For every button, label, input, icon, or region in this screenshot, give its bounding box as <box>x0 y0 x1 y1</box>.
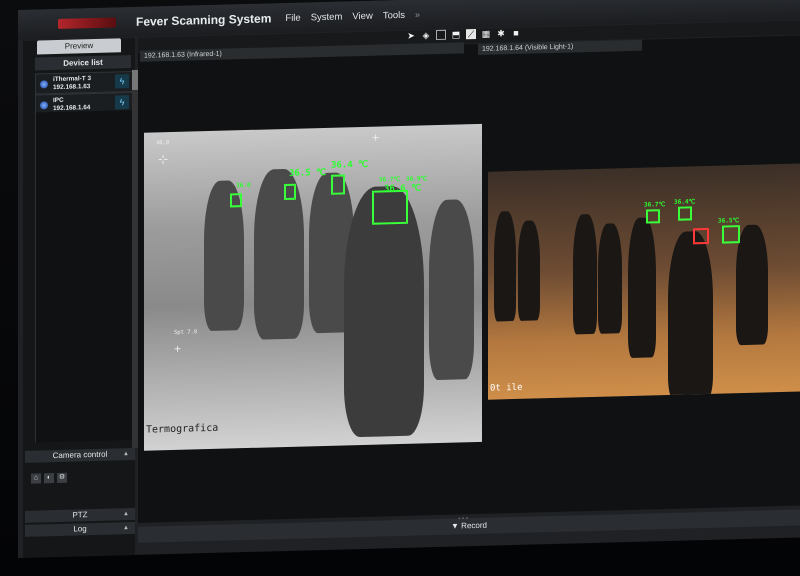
temp-reading: 36.4℃ <box>674 198 696 206</box>
rectangle-tool-icon[interactable] <box>436 29 446 41</box>
temp-reading: 36.5 ℃ <box>289 167 327 179</box>
thermal-person <box>254 168 304 340</box>
visible-person <box>668 230 713 400</box>
camera-control-header[interactable]: Camera control ▲ <box>25 447 135 463</box>
ptz-header[interactable]: PTZ ▲ <box>25 507 135 523</box>
grid-tool-icon[interactable]: ▦ <box>481 29 491 39</box>
visible-person <box>628 217 656 359</box>
crosshair-icon: + <box>174 341 182 356</box>
collapse-arrow-icon[interactable]: ▲ <box>123 448 129 460</box>
face-box <box>646 209 660 224</box>
device-ip: 192.168.1.63 <box>53 82 91 91</box>
temp-reading: 36.6 ℃ <box>384 183 422 195</box>
device-name: IPC <box>53 96 64 105</box>
region-tool-icon[interactable]: ⬒ <box>451 29 461 39</box>
timestamp: 0t ile <box>490 382 523 394</box>
connect-icon[interactable]: ϟ <box>115 74 129 89</box>
temp-reading: 36.7℃ <box>379 175 401 184</box>
record-label: Record <box>461 520 487 531</box>
app-title: Fever Scanning System <box>136 11 272 29</box>
face-box <box>230 193 242 208</box>
temp-reading: 36.7℃ <box>644 201 666 209</box>
visible-person <box>736 224 768 346</box>
connect-icon[interactable]: ϟ <box>115 95 129 110</box>
camera-control-icons: ⌂ ◐ ⚙ <box>31 472 67 484</box>
menu-view[interactable]: View <box>352 10 372 22</box>
crosshair-icon: + <box>372 130 380 145</box>
menu-tools[interactable]: Tools <box>383 9 405 21</box>
log-header[interactable]: Log ▲ <box>25 521 135 537</box>
face-box <box>284 183 296 201</box>
visible-light-video-feed[interactable]: 36.7℃ 36.4℃ 36.5℃ 0t ile <box>488 163 800 400</box>
gear-icon[interactable]: ⚙ <box>57 472 67 483</box>
menu-bar: File System View Tools » <box>285 9 420 24</box>
log-label: Log <box>73 524 87 534</box>
crosshair-icon: ⊹ <box>158 152 169 167</box>
thermal-person <box>429 199 474 381</box>
menu-file[interactable]: File <box>285 12 300 23</box>
record-arrow-icon: ▼ <box>451 521 462 531</box>
app-window: Fever Scanning System File System View T… <box>18 0 800 559</box>
settings-tool-icon[interactable]: ✱ <box>496 28 506 38</box>
visible-person <box>598 223 622 334</box>
ptz-label: PTZ <box>72 510 88 520</box>
refresh-icon[interactable]: ◐ <box>44 473 54 484</box>
temp-reading: 36.0 <box>236 181 251 190</box>
visible-person <box>518 220 540 321</box>
temp-reading: 36.5℃ <box>718 217 740 225</box>
face-box <box>372 189 408 225</box>
menu-system[interactable]: System <box>311 11 343 23</box>
visible-person <box>573 213 597 335</box>
video-area: 192.168.1.63 (Infrared-1) 192.168.1.64 (… <box>138 35 800 523</box>
device-item-thermal[interactable]: iThermal-T 3 192.168.1.63 ϟ <box>35 70 133 95</box>
face-box <box>678 206 692 221</box>
brand-logo <box>58 17 116 29</box>
hud-value: 40.0 <box>156 140 170 147</box>
pointer-tool-icon[interactable]: ➤ <box>406 31 416 41</box>
left-panel: Preview Device list iThermal-T 3 192.168… <box>23 37 138 559</box>
camera-icon <box>40 79 48 88</box>
menu-more-icon[interactable]: » <box>415 9 420 20</box>
expand-arrow-icon[interactable]: ▲ <box>123 522 129 534</box>
face-box-alert <box>693 227 709 245</box>
device-list-header: Device list <box>35 55 131 71</box>
home-icon[interactable]: ⌂ <box>31 473 41 484</box>
expand-arrow-icon[interactable]: ▲ <box>123 508 129 520</box>
temp-reading: 36.4 ℃ <box>331 159 369 171</box>
stop-tool-icon[interactable]: ■ <box>511 28 521 38</box>
camera-icon <box>40 100 48 109</box>
visible-person <box>494 210 516 322</box>
thermal-video-feed[interactable]: 40.0 ⊹ + Spt 7.0 + 36.0 36.5 ℃ 36.4 ℃ 36… <box>144 123 482 451</box>
target-tool-icon[interactable]: ◈ <box>421 30 431 40</box>
tool-group: ➤ ◈ ⬒ ⟋ ▦ ✱ ■ <box>406 28 521 41</box>
face-box <box>331 174 345 195</box>
spot-label: Spt 7.0 <box>174 329 198 336</box>
device-list-body <box>35 110 132 443</box>
tab-preview[interactable]: Preview <box>37 38 121 55</box>
thermal-watermark: Termografica <box>146 422 219 436</box>
camera-control-label: Camera control <box>52 449 108 461</box>
temp-reading: 36.9℃ <box>406 175 428 183</box>
face-box <box>722 225 740 244</box>
line-tool-icon[interactable]: ⟋ <box>466 29 476 40</box>
